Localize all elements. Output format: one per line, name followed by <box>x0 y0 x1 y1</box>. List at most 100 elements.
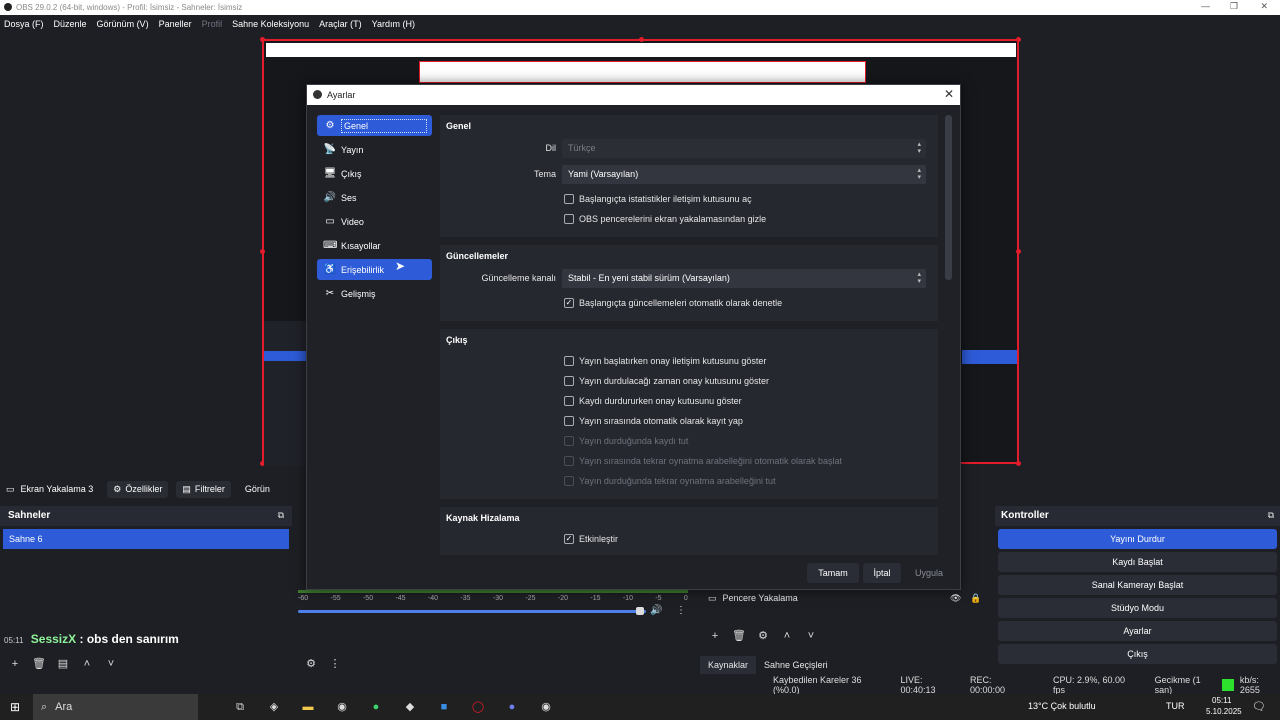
control-button[interactable]: Yayını Durdur <box>998 529 1277 549</box>
more-button[interactable]: Görün <box>239 481 276 497</box>
tab-sources[interactable]: Kaynaklar <box>700 656 757 674</box>
source-item[interactable]: ▭ Pencere Yakalama 👁 🔒 <box>700 588 990 608</box>
volume-slider[interactable] <box>298 610 646 613</box>
output-option-checkbox[interactable]: Yayın sırasında otomatik olarak kayıt ya… <box>446 411 932 431</box>
input-language[interactable]: TUR <box>1166 701 1185 711</box>
whatsapp-icon[interactable]: ● <box>362 699 390 715</box>
menu-item[interactable]: Profil <box>202 19 223 29</box>
apply-button[interactable]: Uygula <box>905 563 953 583</box>
folder-icon[interactable]: ▬ <box>294 699 322 715</box>
control-button[interactable]: Stüdyo Modu <box>998 598 1277 618</box>
checkbox-box[interactable] <box>564 214 574 224</box>
menu-item[interactable]: Araçlar (T) <box>319 19 362 29</box>
checkbox-box[interactable]: ✓ <box>564 298 574 308</box>
weather[interactable]: 13°C Çok bulutlu <box>1028 701 1096 711</box>
taskbar-search[interactable]: ⌕ Ara <box>33 694 198 720</box>
language-select[interactable]: Türkçe ▴ ▾ <box>562 138 926 158</box>
output-option-checkbox[interactable]: Kaydı durdururken onay kutusunu göster <box>446 391 932 411</box>
more-options-icon[interactable]: ⋮ <box>326 656 344 672</box>
add-icon[interactable]: + <box>6 656 24 672</box>
undock-icon[interactable]: ⧉ <box>1268 510 1274 522</box>
resize-handle[interactable] <box>1016 461 1021 466</box>
resize-handle[interactable] <box>1016 249 1021 254</box>
checkbox-box[interactable] <box>564 416 574 426</box>
control-button[interactable]: Ayarlar <box>998 621 1277 641</box>
close-icon[interactable]: ✕ <box>944 87 954 101</box>
steam-icon[interactable]: ◉ <box>328 699 356 715</box>
nav-item[interactable]: ▭ Video <box>317 211 432 232</box>
theme-select[interactable]: Yami (Varsayılan) ▴ ▾ <box>562 164 926 184</box>
add-icon[interactable]: + <box>706 628 724 644</box>
scene-item[interactable]: Sahne 6 <box>3 529 289 549</box>
undock-icon[interactable]: ⧉ <box>278 510 284 522</box>
properties-button[interactable]: ⚙ Özellikler <box>107 480 169 498</box>
copilot-icon[interactable]: ◈ <box>260 699 288 715</box>
windows-start-icon[interactable]: ⊞ <box>10 700 20 714</box>
control-button[interactable]: Çıkış <box>998 644 1277 664</box>
filters-button[interactable]: ▤ Filtreler <box>176 480 231 498</box>
move-up-icon[interactable]: ˄ <box>778 628 796 644</box>
lock-icon[interactable]: 🔒 <box>970 593 981 604</box>
move-down-icon[interactable]: ˅ <box>802 628 820 644</box>
menu-item[interactable]: Paneller <box>159 19 192 29</box>
output-option-checkbox[interactable]: Yayın durdulacağı zaman onay kutusunu gö… <box>446 371 932 391</box>
more-options-icon[interactable]: ⋮ <box>676 605 686 616</box>
menu-item[interactable]: Yardım (H) <box>372 19 415 29</box>
clock-date[interactable]: 5.10.2025 <box>1206 707 1242 716</box>
control-button[interactable]: Kaydı Başlat <box>998 552 1277 572</box>
move-down-icon[interactable]: ˅ <box>102 656 120 672</box>
obs-icon[interactable]: ◉ <box>532 699 560 715</box>
stats-checkbox[interactable]: Başlangıçta istatistikler iletişim kutus… <box>446 189 932 209</box>
nav-item[interactable]: ♿ Erişebilirlik <box>317 259 432 280</box>
ok-button[interactable]: Tamam <box>807 563 859 583</box>
nav-item[interactable]: ✂ Gelişmiş <box>317 283 432 304</box>
menu-item[interactable]: Görünüm (V) <box>97 19 149 29</box>
checkbox-box[interactable] <box>564 194 574 204</box>
volume-slider-handle[interactable] <box>636 607 644 615</box>
filter-icon[interactable]: ▤ <box>54 656 72 672</box>
checkbox-box[interactable] <box>564 376 574 386</box>
close-window-icon[interactable]: ✕ <box>1260 1 1268 12</box>
nav-item[interactable]: 🔊 Ses <box>317 187 432 208</box>
resize-handle[interactable] <box>260 249 265 254</box>
resize-handle[interactable] <box>1016 37 1021 42</box>
trash-icon[interactable]: 🗑 <box>30 656 48 672</box>
menu-item[interactable]: Sahne Koleksiyonu <box>232 19 309 29</box>
clock-time[interactable]: 05:11 <box>1212 696 1231 705</box>
discord-icon[interactable]: ● <box>498 699 526 715</box>
nav-item[interactable]: 🖥 Çıkış <box>317 163 432 184</box>
resize-handle[interactable] <box>639 37 644 42</box>
nav-item[interactable]: ⚙ Genel <box>317 115 432 136</box>
task-view-icon[interactable]: ⧉ <box>226 699 254 715</box>
gear-icon[interactable]: ⚙ <box>754 628 772 644</box>
checkbox-box[interactable] <box>564 356 574 366</box>
resize-handle[interactable] <box>260 37 265 42</box>
checkbox-box[interactable] <box>564 396 574 406</box>
notification-icon[interactable]: 🗨 <box>1252 700 1266 713</box>
eye-icon[interactable]: 👁 <box>950 593 961 604</box>
update-channel-select[interactable]: Stabil - En yeni stabil sürüm (Varsayıla… <box>562 268 926 288</box>
app-icon[interactable]: ◆ <box>396 699 424 715</box>
cancel-button[interactable]: İptal <box>863 563 901 583</box>
trash-icon[interactable]: 🗑 <box>730 628 748 644</box>
general-title: Genel <box>446 121 472 131</box>
speaker-icon[interactable]: 🔊 <box>650 605 662 616</box>
output-option-checkbox[interactable]: Yayın başlatırken onay iletişim kutusunu… <box>446 351 932 371</box>
content-scrollbar[interactable] <box>945 115 952 280</box>
menu-item[interactable]: Düzenle <box>54 19 87 29</box>
settings-icon[interactable]: ⚙ <box>302 656 320 672</box>
maximize-icon[interactable]: ❐ <box>1230 1 1238 12</box>
snapping-enable-checkbox[interactable]: ✓ Etkinleştir <box>446 529 932 549</box>
move-up-icon[interactable]: ˄ <box>78 656 96 672</box>
hide-obs-checkbox[interactable]: OBS pencerelerini ekran yakalamasından g… <box>446 209 932 229</box>
minimize-icon[interactable]: — <box>1201 1 1210 11</box>
nav-item[interactable]: ⌨ Kısayollar <box>317 235 432 256</box>
control-button[interactable]: Sanal Kamerayı Başlat <box>998 575 1277 595</box>
tab-transitions[interactable]: Sahne Geçişleri <box>756 656 836 674</box>
outlook-icon[interactable]: ■ <box>430 699 458 715</box>
menu-item[interactable]: Dosya (F) <box>4 19 44 29</box>
nav-item[interactable]: 📡 Yayın <box>317 139 432 160</box>
opera-icon[interactable]: ◯ <box>464 699 492 715</box>
auto-update-checkbox[interactable]: ✓ Başlangıçta güncellemeleri otomatik ola… <box>446 293 932 313</box>
checkbox-box[interactable]: ✓ <box>564 534 574 544</box>
